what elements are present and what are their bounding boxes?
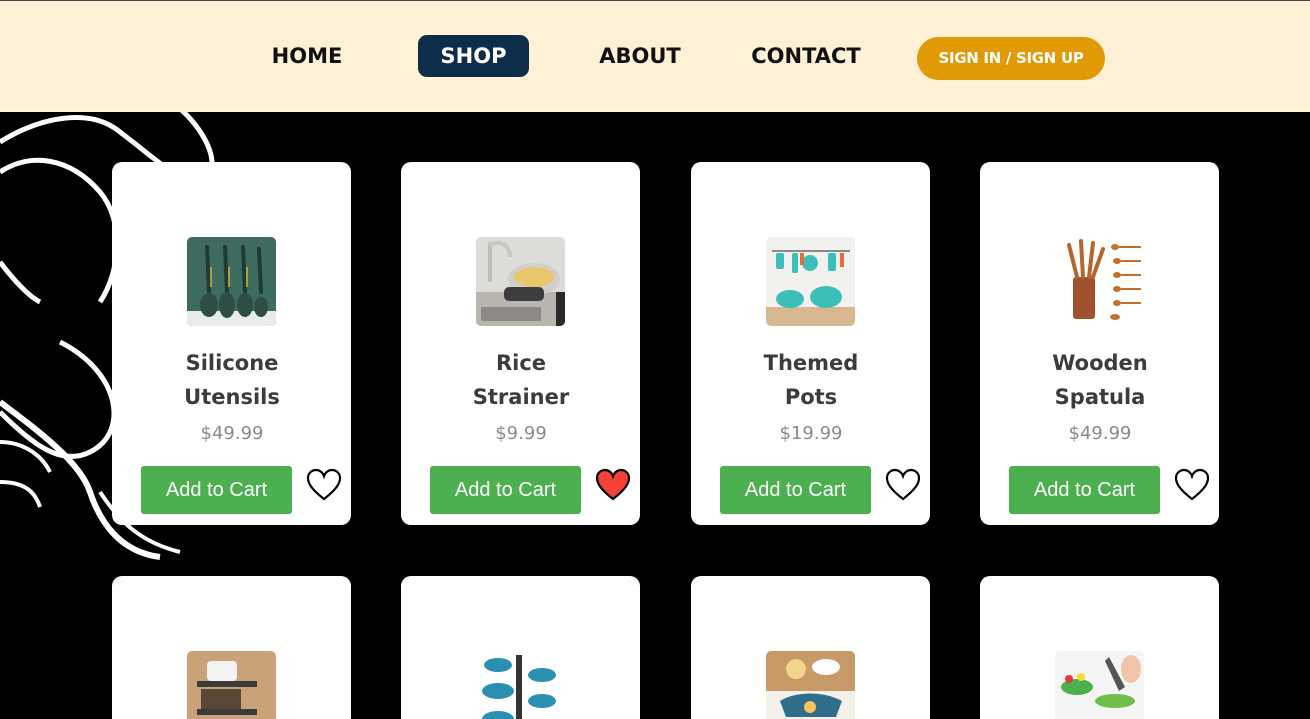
- shop-page: HOME SHOP ABOUT CONTACT SIGN IN / SIGN U…: [0, 0, 1310, 719]
- product-name: Themed Pots: [711, 346, 911, 414]
- product-price: $19.99: [779, 423, 843, 444]
- heart-outline-icon[interactable]: [306, 468, 342, 502]
- product-card: [112, 576, 351, 719]
- product-image-kitchen-gadget: [766, 651, 855, 719]
- add-to-cart-button[interactable]: Add to Cart: [141, 466, 292, 514]
- nav-contact[interactable]: CONTACT: [740, 35, 872, 77]
- product-name: Silicone Utensils: [132, 346, 332, 414]
- product-price: $9.99: [495, 423, 547, 444]
- heart-outline-icon[interactable]: [885, 468, 921, 502]
- product-image-rice-strainer: [476, 237, 565, 326]
- product-price: $49.99: [1068, 423, 1132, 444]
- product-name-line2: Utensils: [184, 385, 280, 409]
- product-card: [691, 576, 930, 719]
- product-image-silicone-utensils: [187, 237, 276, 326]
- add-to-cart-button[interactable]: Add to Cart: [430, 466, 581, 514]
- product-image-pot-organizer: [476, 651, 565, 719]
- add-to-cart-button[interactable]: Add to Cart: [1009, 466, 1160, 514]
- product-card: [980, 576, 1219, 719]
- product-image-themed-pots: [766, 237, 855, 326]
- signin-signup-button[interactable]: SIGN IN / SIGN UP: [917, 37, 1105, 80]
- product-name-line1: Themed: [763, 351, 859, 375]
- product-name: Wooden Spatula: [1000, 346, 1200, 414]
- product-name-line1: Rice: [495, 351, 547, 375]
- nav-shop-active[interactable]: SHOP: [418, 35, 529, 77]
- nav-home[interactable]: HOME: [262, 35, 352, 77]
- product-price: $49.99: [200, 423, 264, 444]
- product-card: [401, 576, 640, 719]
- product-image-wooden-spatula: [1055, 237, 1144, 326]
- add-to-cart-button[interactable]: Add to Cart: [720, 466, 871, 514]
- top-nav: HOME SHOP ABOUT CONTACT SIGN IN / SIGN U…: [0, 1, 1310, 112]
- nav-about[interactable]: ABOUT: [590, 35, 690, 77]
- product-name-line2: Pots: [784, 385, 838, 409]
- product-card: Wooden Spatula $49.99 Add to Cart: [980, 162, 1219, 525]
- product-name-line2: Spatula: [1054, 385, 1146, 409]
- product-name-line1: Wooden: [1052, 351, 1148, 375]
- product-image-herb-scissors: [1055, 651, 1144, 719]
- product-image-storage-rack: [187, 651, 276, 719]
- product-card: Silicone Utensils $49.99 Add to Cart: [112, 162, 351, 525]
- heart-filled-icon[interactable]: [595, 468, 631, 502]
- product-card: Rice Strainer $9.99 Add to Cart: [401, 162, 640, 525]
- product-name-line1: Silicone: [185, 351, 279, 375]
- heart-outline-icon[interactable]: [1174, 468, 1210, 502]
- product-name-line2: Strainer: [472, 385, 570, 409]
- product-card: Themed Pots $19.99 Add to Cart: [691, 162, 930, 525]
- product-name: Rice Strainer: [421, 346, 621, 414]
